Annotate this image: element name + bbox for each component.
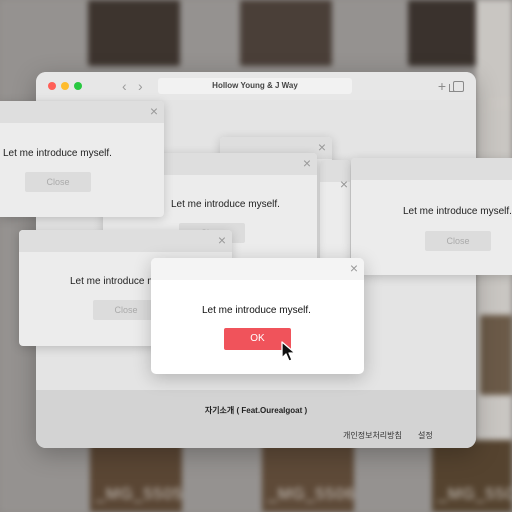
thumbnail-caption: _MG_54 bbox=[480, 96, 512, 113]
active-dialog-window: × Let me introduce myself. OK bbox=[151, 258, 364, 374]
tabs-icon[interactable] bbox=[449, 81, 464, 92]
privacy-policy-link[interactable]: 개인정보처리방침 bbox=[343, 430, 402, 441]
dialog-header bbox=[351, 158, 512, 180]
thumbnail-caption: _MG_5506 bbox=[268, 486, 356, 503]
thumbnail-caption: _MG_5505 bbox=[96, 486, 184, 503]
dialog-message: Let me introduce myself. bbox=[403, 206, 512, 217]
dialog-header bbox=[19, 230, 232, 252]
background-thumbnail bbox=[480, 315, 512, 395]
close-button[interactable]: Close bbox=[93, 300, 159, 320]
background-thumbnail bbox=[88, 0, 180, 66]
settings-link[interactable]: 설정 bbox=[418, 430, 433, 441]
background-thumbnail bbox=[240, 0, 332, 66]
dialog-window: × Let me introduce myself. Close bbox=[0, 101, 164, 217]
plus-icon[interactable]: + bbox=[438, 78, 446, 94]
close-icon[interactable]: × bbox=[218, 232, 226, 248]
close-icon[interactable]: × bbox=[318, 139, 326, 155]
title-bar: ‹ › Hollow Young & J Way + bbox=[36, 72, 476, 100]
mouse-pointer-icon bbox=[281, 341, 296, 362]
close-icon[interactable]: × bbox=[340, 176, 348, 192]
page-footer: 자기소개 ( Feat.Ourealgoat ) 개인정보처리방침 설정 bbox=[36, 390, 476, 448]
close-icon[interactable]: × bbox=[303, 155, 311, 171]
close-window-button[interactable] bbox=[48, 82, 56, 90]
dialog-window: Let me introduce myself. Close bbox=[351, 158, 512, 275]
minimize-window-button[interactable] bbox=[61, 82, 69, 90]
close-icon[interactable]: × bbox=[150, 103, 158, 119]
dialog-header bbox=[0, 101, 164, 123]
dialog-message: Let me introduce myself. bbox=[171, 199, 280, 210]
song-title: 자기소개 ( Feat.Ourealgoat ) bbox=[204, 406, 308, 415]
dialog-message: Let me introduce myself. bbox=[3, 148, 112, 159]
chevron-right-icon[interactable]: › bbox=[138, 78, 143, 94]
close-icon[interactable]: × bbox=[350, 260, 358, 276]
close-button[interactable]: Close bbox=[25, 172, 91, 192]
thumbnail-caption: _MG_5507 bbox=[438, 486, 512, 503]
chevron-left-icon[interactable]: ‹ bbox=[122, 78, 127, 94]
zoom-window-button[interactable] bbox=[74, 82, 82, 90]
address-bar[interactable]: Hollow Young & J Way bbox=[158, 78, 352, 94]
dialog-message: Let me introduce myself. bbox=[202, 305, 311, 316]
dialog-header bbox=[151, 258, 364, 280]
close-button[interactable]: Close bbox=[425, 231, 491, 251]
